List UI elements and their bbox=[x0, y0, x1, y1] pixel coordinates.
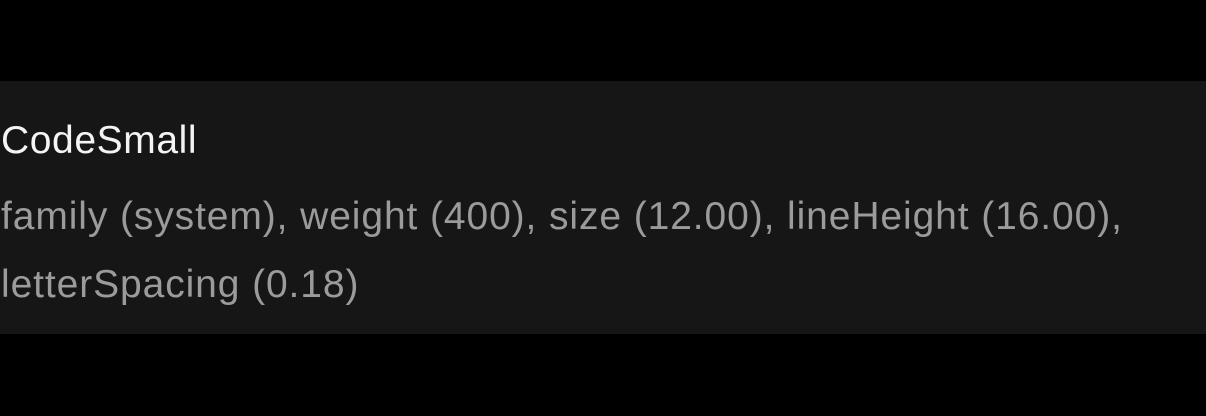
typography-token-page: CodeSmall family (system), weight (400),… bbox=[0, 0, 1206, 416]
token-name: CodeSmall bbox=[1, 119, 198, 162]
token-description: family (system), weight (400), size (12.… bbox=[1, 195, 1123, 306]
